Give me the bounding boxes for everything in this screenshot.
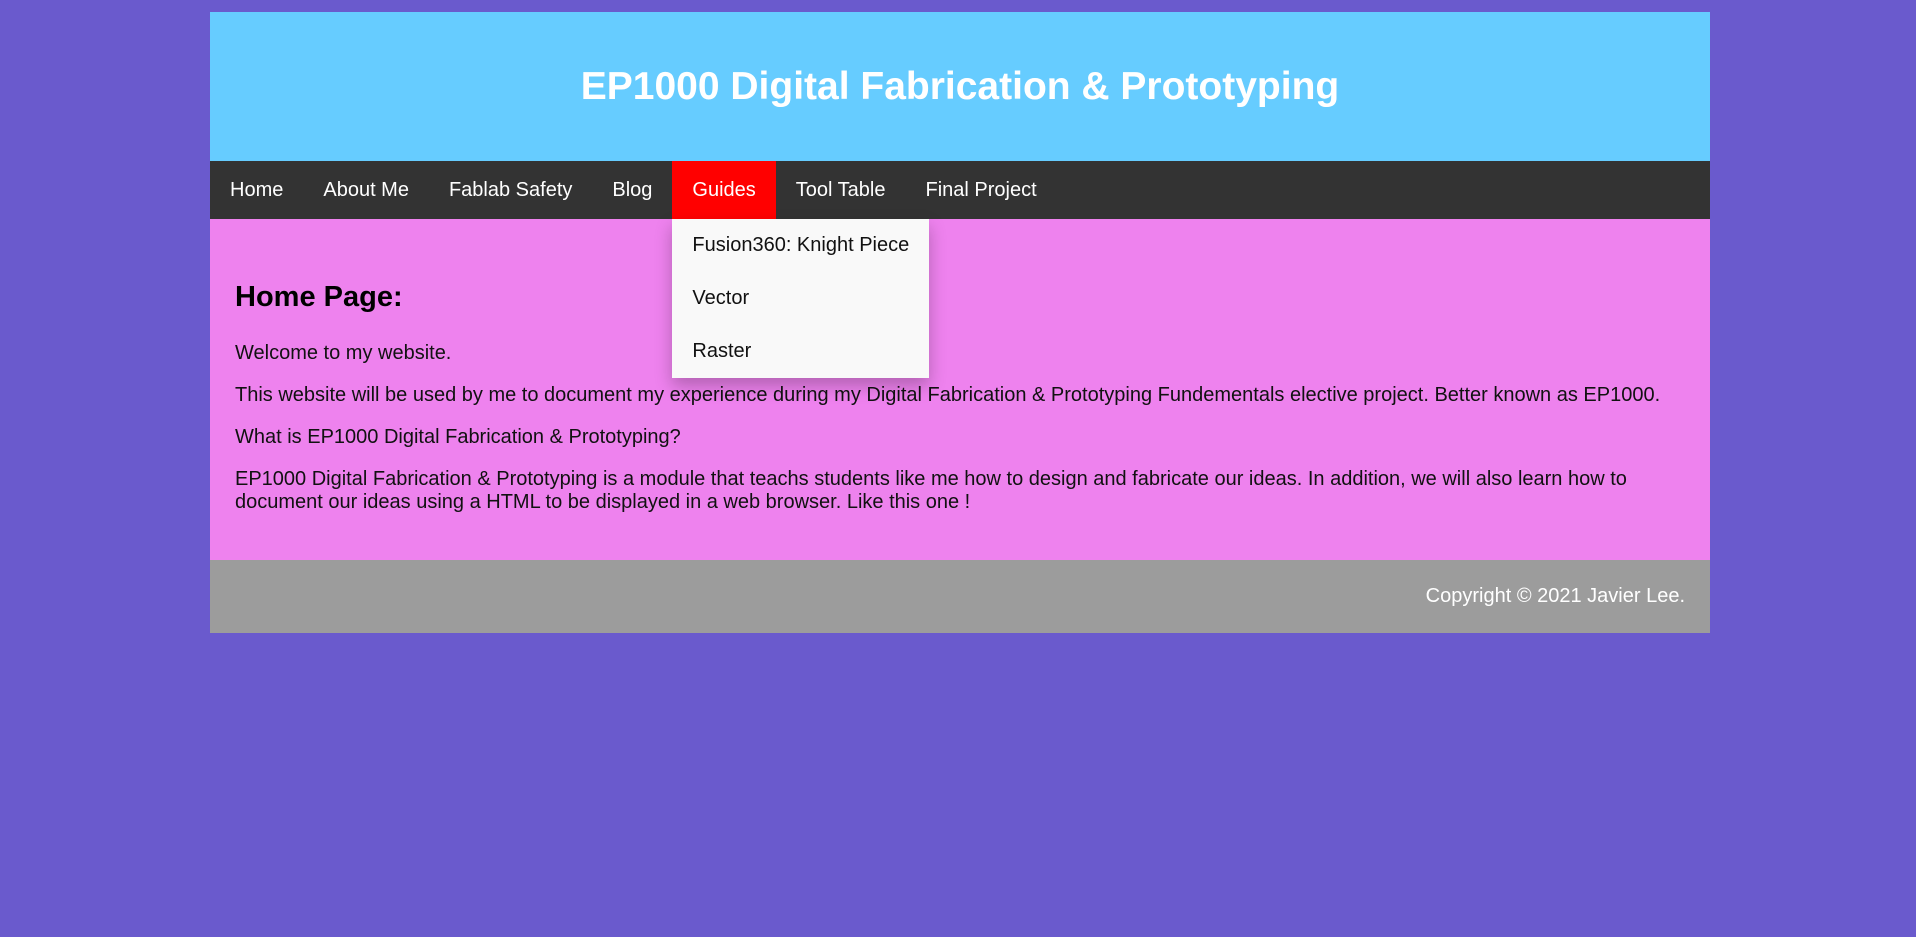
description-paragraph: EP1000 Digital Fabrication & Prototyping…	[235, 468, 1627, 513]
nav-item-blog[interactable]: Blog	[592, 161, 672, 219]
nav-item-tool-table[interactable]: Tool Table	[776, 161, 906, 219]
copyright-text: Copyright © 2021 Javier Lee.	[1425, 585, 1685, 607]
guides-dropdown: Fusion360: Knight Piece Vector Raster	[672, 219, 930, 378]
dropdown-item-fusion360[interactable]: Fusion360: Knight Piece	[672, 219, 929, 272]
site-header: EP1000 Digital Fabrication & Prototyping	[210, 12, 1710, 161]
nav-item-home[interactable]: Home	[210, 161, 303, 219]
dropdown-item-vector[interactable]: Vector	[672, 272, 929, 325]
purpose-paragraph: This website will be used by me to docum…	[235, 384, 1661, 406]
welcome-paragraph: Welcome to my website.	[235, 342, 452, 364]
site-title: EP1000 Digital Fabrication & Prototyping	[580, 64, 1340, 108]
main-content: Home Page: Welcome to my website. This w…	[210, 219, 1710, 560]
nav-item-about-me[interactable]: About Me	[303, 161, 429, 219]
page-heading: Home Page:	[235, 281, 403, 313]
nav-bar: Home About Me Fablab Safety Blog Guides …	[210, 161, 1710, 378]
nav-item-guides-label: Guides	[692, 178, 756, 201]
dropdown-item-raster[interactable]: Raster	[672, 325, 929, 378]
site-footer: Copyright © 2021 Javier Lee.	[210, 560, 1710, 633]
nav-item-final-project[interactable]: Final Project	[906, 161, 1057, 219]
nav-item-guides[interactable]: Guides Fusion360: Knight Piece Vector Ra…	[672, 161, 930, 378]
question-paragraph: What is EP1000 Digital Fabrication & Pro…	[235, 426, 681, 448]
nav-item-fablab-safety[interactable]: Fablab Safety	[429, 161, 592, 219]
page-container: EP1000 Digital Fabrication & Prototyping…	[210, 12, 1710, 633]
